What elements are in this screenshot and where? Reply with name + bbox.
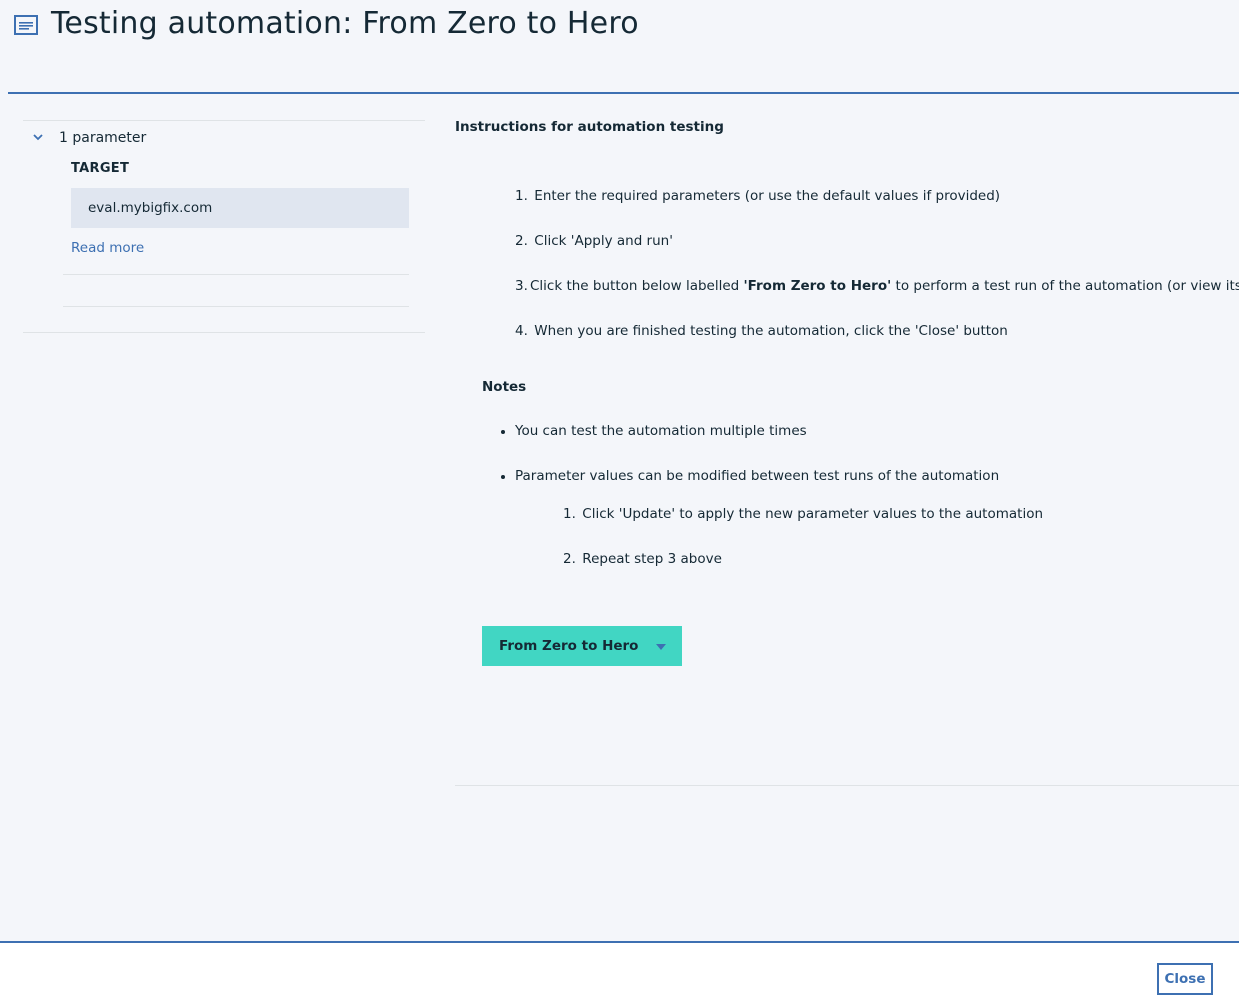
substep-text: Click 'Update' to apply the new paramete… — [582, 506, 1044, 522]
instruction-step: 2. Click 'Apply and run' — [515, 233, 673, 249]
page-title: Testing automation: From Zero to Hero — [51, 6, 639, 41]
chevron-down-icon[interactable] — [31, 130, 45, 144]
step-text: Enter the required parameters (or use th… — [534, 188, 1001, 204]
note-text: You can test the automation multiple tim… — [515, 423, 807, 439]
instructions-panel: Instructions for automation testing 1. E… — [455, 118, 1239, 786]
instructions-bottom-divider — [455, 785, 1239, 786]
caret-down-icon[interactable] — [656, 644, 666, 650]
step-text: Click 'Apply and run' — [534, 233, 673, 249]
panel-top-divider — [23, 120, 425, 121]
parameters-panel: 1 parameter TARGET Read more — [23, 120, 425, 333]
bullet-icon — [501, 475, 505, 479]
step-text: Click the button below labelled — [530, 278, 744, 294]
run-button-label: From Zero to Hero — [499, 638, 639, 654]
note-substep: 1. Click 'Update' to apply the new param… — [563, 506, 1043, 522]
step-number: 2. — [515, 233, 528, 249]
step-number: 3. — [515, 278, 528, 294]
step-number: 4. — [515, 323, 528, 339]
step-text: to perform a test run of the automation … — [895, 278, 1239, 294]
instructions-title: Instructions for automation testing — [455, 119, 724, 135]
instruction-step: 4. When you are finished testing the aut… — [515, 323, 1008, 339]
note-item: You can test the automation multiple tim… — [501, 423, 807, 439]
footer-divider — [0, 941, 1239, 943]
from-zero-to-hero-button[interactable]: From Zero to Hero — [482, 626, 682, 666]
header-divider — [8, 92, 1239, 94]
page-header: Testing automation: From Zero to Hero — [0, 0, 1239, 94]
modal-footer: Close — [0, 941, 1239, 1003]
close-button[interactable]: Close — [1157, 963, 1213, 995]
parameter-divider — [63, 274, 409, 275]
parameter-divider — [63, 306, 409, 307]
step-number: 1. — [515, 188, 528, 204]
read-more-link[interactable]: Read more — [71, 240, 144, 256]
bullet-icon — [501, 430, 505, 434]
substep-text: Repeat step 3 above — [582, 551, 722, 567]
target-input[interactable] — [71, 188, 409, 228]
substep-number: 1. — [563, 506, 576, 522]
notes-title: Notes — [482, 379, 527, 395]
instruction-step: 3. Click the button below labelled 'From … — [515, 278, 1239, 294]
step-text: When you are finished testing the automa… — [534, 323, 1008, 339]
parameter-label-target: TARGET — [71, 161, 130, 176]
substep-number: 2. — [563, 551, 576, 567]
note-text: Parameter values can be modified between… — [515, 468, 1000, 484]
step-text-bold: 'From Zero to Hero' — [743, 278, 892, 294]
note-substep: 2. Repeat step 3 above — [563, 551, 722, 567]
document-icon — [14, 15, 38, 35]
instruction-step: 1. Enter the required parameters (or use… — [515, 188, 1000, 204]
automation-test-page: Testing automation: From Zero to Hero 1 … — [0, 0, 1239, 1003]
parameter-count[interactable]: 1 parameter — [59, 130, 146, 146]
panel-bottom-divider — [23, 332, 425, 333]
note-item: Parameter values can be modified between… — [501, 468, 1000, 484]
